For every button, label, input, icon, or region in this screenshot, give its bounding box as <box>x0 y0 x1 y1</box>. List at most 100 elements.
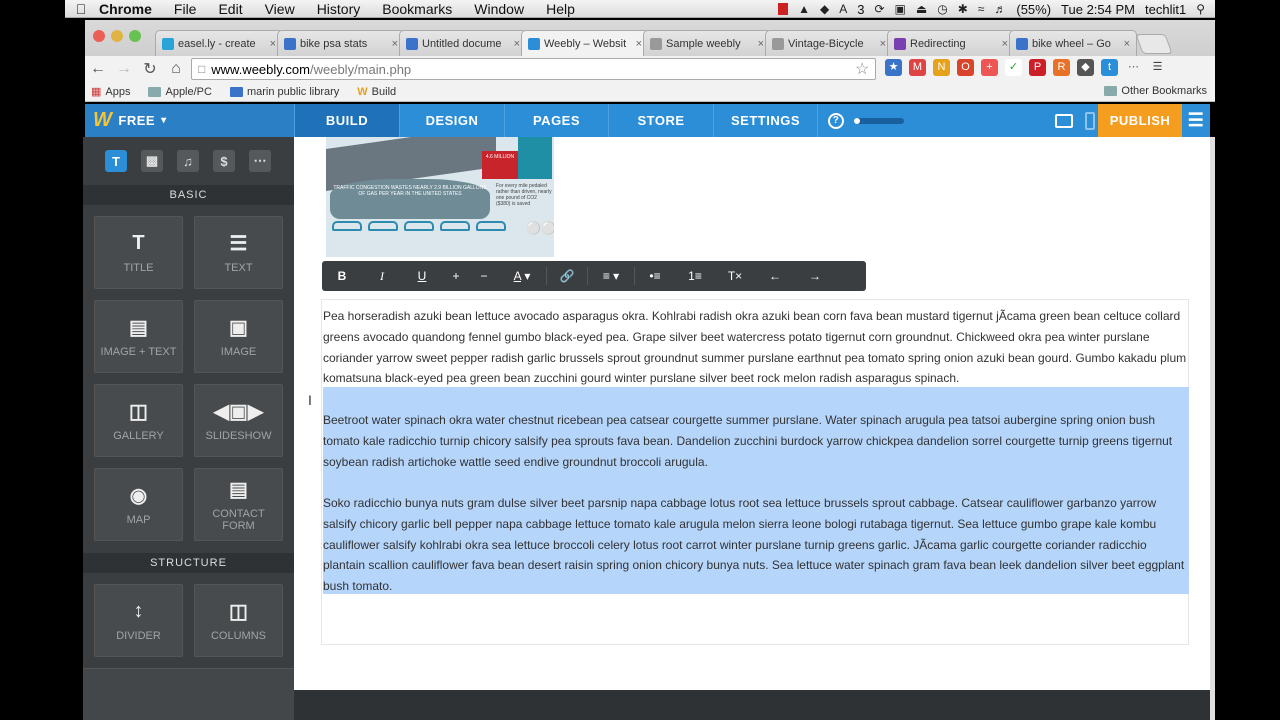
tag-icon[interactable]: ◆ <box>1077 59 1094 76</box>
close-tab-icon[interactable]: × <box>758 38 764 50</box>
desktop-view-icon[interactable] <box>1055 113 1073 128</box>
paragraph-1[interactable]: Pea horseradish azuki bean lettuce avoca… <box>322 306 1188 389</box>
bookmark-other[interactable]: Other Bookmarks <box>1104 85 1207 97</box>
tab-store[interactable]: STORE <box>608 104 713 137</box>
close-tab-icon[interactable]: × <box>514 38 520 50</box>
screen-icon[interactable]: ▣ <box>895 2 906 16</box>
mobile-view-icon[interactable] <box>1085 111 1095 130</box>
help-icon[interactable]: ? <box>828 112 844 129</box>
spotlight-search-icon[interactable]: ⚲ <box>1196 2 1205 16</box>
forward-arrow-icon[interactable]: → <box>111 60 137 78</box>
paragraph-3[interactable]: Soko radicchio bunya nuts gram dulse sil… <box>322 493 1188 597</box>
pinterest-icon[interactable]: P <box>1029 59 1046 76</box>
browser-tab[interactable]: Vintage-Bicycle × <box>765 30 893 56</box>
minimize-window-icon[interactable] <box>111 30 123 42</box>
clear-format-button[interactable]: T× <box>715 269 755 283</box>
back-arrow-icon[interactable]: ← <box>85 60 111 78</box>
close-window-icon[interactable] <box>93 30 105 42</box>
sync-icon[interactable]: ⟳ <box>874 2 884 16</box>
bookmark-manager-icon[interactable]: ★ <box>885 59 902 76</box>
new-tab-button[interactable] <box>1135 34 1173 54</box>
element-columns[interactable]: ◫ COLUMNS <box>194 584 283 657</box>
notification-bell-icon[interactable]: ▲ <box>798 2 810 16</box>
element-contact-form[interactable]: ▤ CONTACT FORM <box>194 468 283 541</box>
menu-bookmarks[interactable]: Bookmarks <box>382 1 452 17</box>
volume-icon[interactable]: ♬ <box>994 2 1006 16</box>
browser-tab[interactable]: bike psa stats × <box>277 30 405 56</box>
bookmark-apple-pc[interactable]: Apple/PC <box>148 86 212 98</box>
menu-file[interactable]: File <box>174 1 197 17</box>
text-category-icon[interactable]: T <box>105 150 127 172</box>
infographic-image[interactable]: 4.6 MILLION TRAFFIC CONGESTION WASTES NE… <box>326 137 554 257</box>
paragraph-2[interactable]: Beetroot water spinach okra water chestn… <box>322 410 1188 472</box>
browser-tab[interactable]: bike wheel – Go × <box>1009 30 1137 56</box>
menu-view[interactable]: View <box>265 1 295 17</box>
element-title[interactable]: T TITLE <box>94 216 183 289</box>
weebly-plan-menu[interactable]: W FREE ▾ <box>85 104 294 137</box>
reload-icon[interactable]: ↻ <box>137 59 163 79</box>
decrease-size-button[interactable]: − <box>470 269 498 283</box>
element-map[interactable]: ◉ MAP <box>94 468 183 541</box>
link-icon[interactable]: 🔗 <box>547 269 587 283</box>
address-url[interactable]: www.weebly.com/weebly/main.php <box>211 62 411 77</box>
wifi-icon[interactable]: ≈ <box>978 2 985 16</box>
dropbox-icon[interactable]: ◆ <box>820 2 829 16</box>
timemachine-icon[interactable]: ◷ <box>937 2 947 16</box>
close-tab-icon[interactable]: × <box>636 38 642 50</box>
text-element[interactable]: Pea horseradish azuki bean lettuce avoca… <box>321 299 1189 645</box>
numbered-list-button[interactable]: 1≡ <box>675 269 715 283</box>
align-button[interactable]: ≡ ▾ <box>588 269 634 283</box>
close-tab-icon[interactable]: × <box>392 38 398 50</box>
element-text[interactable]: ☰ TEXT <box>194 216 283 289</box>
menu-help[interactable]: Help <box>546 1 575 17</box>
browser-tab[interactable]: easel.ly - create × <box>155 30 283 56</box>
bluetooth-icon[interactable]: ✱ <box>958 2 968 16</box>
menu-window[interactable]: Window <box>474 1 524 17</box>
tab-build[interactable]: BUILD <box>294 104 399 137</box>
element-image-text[interactable]: ▤ IMAGE + TEXT <box>94 300 183 373</box>
bookmark-build[interactable]: W Build <box>357 86 396 98</box>
record-icon[interactable] <box>778 3 789 15</box>
add-extension-icon[interactable]: + <box>981 59 998 76</box>
bullet-list-button[interactable]: •≡ <box>635 269 675 283</box>
gmail-icon[interactable]: M <box>909 59 926 76</box>
media-category-icon[interactable]: ♫ <box>177 150 199 172</box>
increase-size-button[interactable]: + <box>442 269 470 283</box>
element-gallery[interactable]: ◫ GALLERY <box>94 384 183 457</box>
more-category-icon[interactable]: ⋯ <box>249 150 271 172</box>
close-tab-icon[interactable]: × <box>270 38 276 50</box>
close-tab-icon[interactable]: × <box>1002 38 1008 50</box>
element-slideshow[interactable]: ◀▣▶ SLIDESHOW <box>194 384 283 457</box>
browser-tab[interactable]: Untitled docume × <box>399 30 527 56</box>
font-color-button[interactable]: A ▾ <box>498 269 546 283</box>
tab-design[interactable]: DESIGN <box>399 104 504 137</box>
zoom-window-icon[interactable] <box>129 30 141 42</box>
apple-icon[interactable]:  <box>65 1 97 17</box>
clock[interactable]: Tue 2:54 PM <box>1061 2 1135 17</box>
twitter-icon[interactable]: t <box>1101 59 1118 76</box>
commerce-category-icon[interactable]: $ <box>213 150 235 172</box>
bookmark-marin-library[interactable]: marin public library <box>229 86 339 98</box>
browser-tab[interactable]: Redirecting × <box>887 30 1015 56</box>
new-extension-icon[interactable]: N <box>933 59 950 76</box>
italic-button[interactable]: I <box>362 269 402 284</box>
browser-tab[interactable]: Weebly – Websit × <box>521 30 649 56</box>
layout-category-icon[interactable]: ▩ <box>141 150 163 172</box>
menu-history[interactable]: History <box>317 1 361 17</box>
bookmark-apps[interactable]: ▦ Apps <box>91 85 130 99</box>
tab-pages[interactable]: PAGES <box>504 104 608 137</box>
redo-button[interactable]: → <box>795 269 835 283</box>
user-name[interactable]: techlit1 <box>1145 2 1186 17</box>
adobe-icon[interactable]: A <box>839 2 847 16</box>
undo-button[interactable]: ← <box>755 269 795 283</box>
publish-button[interactable]: PUBLISH <box>1098 104 1182 137</box>
close-tab-icon[interactable]: × <box>880 38 886 50</box>
rss-icon[interactable]: R <box>1053 59 1070 76</box>
app-menu-chrome[interactable]: Chrome <box>99 1 152 17</box>
checkmark-icon[interactable]: ✓ <box>1005 59 1022 76</box>
element-divider[interactable]: ↕ DIVIDER <box>94 584 183 657</box>
address-bar[interactable]: □ www.weebly.com/weebly/main.php <box>191 58 876 80</box>
more-icon[interactable]: ⋯ <box>1125 59 1142 76</box>
bookmark-star-icon[interactable]: ☆ <box>855 59 869 79</box>
bold-button[interactable]: B <box>322 269 362 283</box>
